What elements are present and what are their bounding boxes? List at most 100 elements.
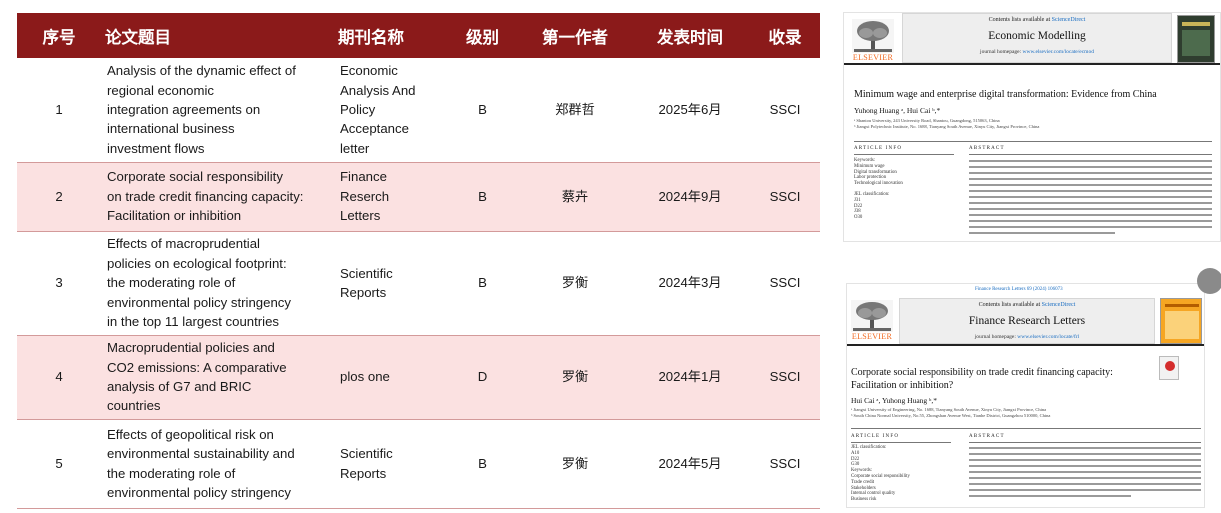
paper-affiliations: ᵃ Shantou University, 243 University Roa… (854, 118, 1214, 129)
journal-line: Policy (340, 102, 376, 118)
journal-header-box: Contents lists available at ScienceDirec… (899, 298, 1155, 344)
table-row: 1 Analysis of the dynamic effect of regi… (17, 58, 820, 163)
cover-title-bar (1182, 22, 1210, 26)
cell-first-author: 蔡卉 (520, 162, 630, 232)
cell-indexed: SSCI (750, 58, 820, 163)
title-line: Effects of geopolitical risk on (107, 426, 274, 442)
title-line: integration agreements on (107, 102, 261, 118)
cell-first-author: 郑群哲 (520, 58, 630, 163)
journal-name: Finance Research Letters (968, 315, 1086, 327)
journal-line: Acceptance (340, 121, 409, 137)
elsevier-logo: ELSEVIER (852, 19, 894, 62)
paper-affiliations: ᵃ Jiangxi University of Engineering, No.… (851, 407, 1201, 418)
sciencedirect-link[interactable]: ScienceDirect (1052, 17, 1086, 23)
homepage-prefix: journal homepage: (974, 334, 1018, 340)
cell-publish-date: 2024年9月 (630, 162, 750, 232)
title-line: environmental policy stringency (107, 294, 291, 310)
title-line: environmental policy stringency (107, 484, 291, 500)
header-title: 论文题目 (105, 27, 171, 47)
papers-table: 序号 论文题目 期刊名称 级别 第一作者 发表时间 收录 1 Analysis … (17, 13, 820, 509)
divider (969, 154, 1212, 155)
journal-line: Scientific (340, 446, 393, 462)
cover-title-bar (1165, 304, 1199, 307)
cover-artwork (1165, 311, 1199, 339)
affiliation-line: ᵇ South China Normal University, No.55, … (851, 412, 1051, 418)
scroll-badge-icon[interactable] (1197, 268, 1221, 294)
cell-index: 4 (17, 335, 101, 420)
journal-line: Economic (340, 63, 398, 79)
title-line: environmental sustainability and (107, 446, 295, 462)
cell-title: Effects of geopolitical risk on environm… (101, 419, 334, 509)
header-index: 序号 (42, 27, 76, 47)
table-row: 4 Macroprudential policies and CO2 emiss… (17, 335, 820, 420)
title-line: investment flows (107, 140, 205, 156)
cell-journal: Scientific Reports (334, 231, 445, 336)
abstract-text-block (969, 160, 1212, 238)
homepage-prefix: journal homepage: (980, 49, 1023, 55)
title-line: the moderating role of (107, 275, 236, 291)
title-line: Analysis of the dynamic effect of (107, 63, 296, 79)
journal-header-box: Contents lists available at ScienceDirec… (902, 13, 1172, 63)
cell-journal: Economic Analysis And Policy Acceptance … (334, 58, 445, 163)
keywords-list: Keywords: Minimum wage Digital transform… (854, 158, 954, 221)
table-row: 3 Effects of macroprudential policies on… (17, 231, 820, 336)
article-info-heading: ARTICLE INFO (851, 434, 900, 439)
title-line: policies on ecological footprint: (107, 255, 287, 271)
divider (851, 428, 1201, 429)
cell-first-author: 罗衡 (520, 231, 630, 336)
journal-masthead: ELSEVIER Contents lists available at Sci… (847, 298, 1204, 346)
table-row: 5 Effects of geopolitical risk on enviro… (17, 419, 820, 509)
cover-artwork (1182, 30, 1210, 56)
abstract-heading: ABSTRACT (969, 146, 1005, 151)
check-for-updates-icon[interactable] (1159, 356, 1179, 380)
divider (854, 141, 1212, 142)
contents-prefix: Contents lists available at (978, 302, 1042, 308)
elsevier-tree-icon (852, 19, 894, 53)
publisher-wordmark: ELSEVIER (851, 332, 893, 341)
title-line: in the top 11 largest countries (107, 314, 280, 330)
journal-cover-image (1160, 298, 1202, 344)
paper-authors: Hui Cai ᵃ, Yuhong Huang ᵇ,* (851, 396, 937, 405)
cell-level: B (445, 58, 520, 163)
article-info-heading: ARTICLE INFO (854, 146, 903, 151)
journal-homepage-line: journal homepage: www.elsevier.com/locat… (900, 334, 1154, 340)
title-line: Macroprudential policies and (107, 340, 275, 356)
cell-index: 3 (17, 231, 101, 336)
keyword-item: O30 (854, 215, 863, 221)
cell-indexed: SSCI (750, 231, 820, 336)
journal-homepage-link[interactable]: www.elsevier.com/locate/ecmod (1023, 49, 1094, 55)
journal-line: Reports (340, 285, 387, 300)
cell-publish-date: 2024年3月 (630, 231, 750, 336)
cell-journal: Finance Reserch Letters (334, 162, 445, 232)
crossmark-dot (1165, 361, 1175, 371)
contents-available-line: Contents lists available at ScienceDirec… (903, 17, 1171, 23)
journal-homepage-link[interactable]: www.elsevier.com/locate/frl (1017, 334, 1079, 340)
title-line: the moderating role of (107, 465, 236, 481)
abstract-text-block (969, 447, 1201, 501)
cell-title: Corporate social responsibility on trade… (101, 162, 334, 232)
cell-publish-date: 2024年5月 (630, 419, 750, 509)
title-line: CO2 emissions: A comparative (107, 359, 287, 375)
cell-level: B (445, 419, 520, 509)
keywords-list: JEL classification: A10 D22 G30 Keywords… (851, 445, 961, 503)
paper-title: Minimum wage and enterprise digital tran… (854, 89, 1157, 100)
cell-title: Effects of macroprudential policies on e… (101, 231, 334, 336)
title-line: analysis of G7 and BRIC (107, 379, 252, 394)
journal-masthead: ELSEVIER Contents lists available at Sci… (844, 13, 1220, 65)
title-line: on trade credit financing capacity: (107, 188, 304, 204)
contents-available-line: Contents lists available at ScienceDirec… (900, 302, 1154, 308)
journal-line: plos one (340, 369, 390, 385)
paper-authors: Yuhong Huang ᵃ, Hui Cai ᵇ,* (854, 106, 941, 115)
table-header-row: 序号 论文题目 期刊名称 级别 第一作者 发表时间 收录 (17, 13, 820, 58)
papers-table-section: 序号 论文题目 期刊名称 级别 第一作者 发表时间 收录 1 Analysis … (17, 13, 820, 509)
cell-index: 1 (17, 58, 101, 163)
journal-cover-image (1177, 15, 1215, 63)
abstract-heading: ABSTRACT (969, 434, 1005, 439)
header-journal: 期刊名称 (338, 27, 404, 47)
cell-index: 5 (17, 419, 101, 509)
sciencedirect-link[interactable]: ScienceDirect (1042, 302, 1076, 308)
cell-journal: Scientific Reports (334, 419, 445, 509)
elsevier-logo: ELSEVIER (851, 300, 893, 341)
cell-publish-date: 2025年6月 (630, 58, 750, 163)
cell-level: B (445, 231, 520, 336)
